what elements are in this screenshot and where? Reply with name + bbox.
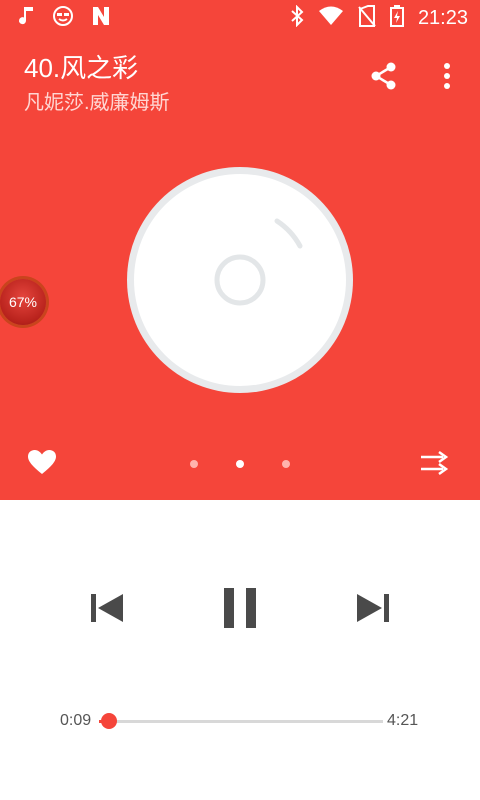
song-title: 40.风之彩 (24, 53, 139, 83)
repeat-arrows-icon (419, 449, 449, 481)
page-dot[interactable] (190, 460, 198, 468)
page-dot-active[interactable] (236, 460, 244, 468)
battery-charging-icon (389, 5, 404, 31)
no-sim-icon (358, 5, 376, 31)
now-playing-header: 21:23 40.风之彩 凡妮莎.威廉姆斯 (0, 0, 480, 500)
total-time: 4:21 (387, 712, 419, 729)
heart-icon (27, 449, 57, 479)
skip-next-icon (355, 593, 391, 623)
more-options-button[interactable] (430, 60, 464, 96)
more-vert-icon (443, 62, 451, 94)
page-dot[interactable] (282, 460, 290, 468)
wifi-icon (318, 5, 344, 31)
favorite-button[interactable] (24, 448, 60, 480)
elapsed-time: 0:09 (60, 712, 92, 729)
seek-bar[interactable] (99, 713, 383, 729)
pause-button[interactable] (216, 584, 264, 632)
share-button[interactable] (366, 60, 402, 96)
status-time: 21:23 (417, 6, 468, 29)
n-logo-icon (90, 5, 112, 31)
artist-name: 凡妮莎.威廉姆斯 (24, 92, 170, 114)
bluetooth-icon (290, 4, 304, 31)
smiley-glasses-icon (52, 5, 74, 31)
floating-percent-badge[interactable]: 67% (0, 279, 46, 325)
page-indicator (190, 456, 290, 472)
status-bar: 21:23 (0, 0, 480, 36)
previous-button[interactable] (86, 588, 128, 628)
repeat-mode-button[interactable] (414, 448, 454, 482)
music-note-icon (18, 5, 36, 31)
seek-bar-thumb[interactable] (100, 713, 117, 729)
next-button[interactable] (352, 588, 394, 628)
share-icon (370, 61, 398, 95)
album-disc[interactable] (124, 164, 356, 396)
skip-previous-icon (89, 593, 125, 623)
pause-icon (220, 587, 260, 629)
